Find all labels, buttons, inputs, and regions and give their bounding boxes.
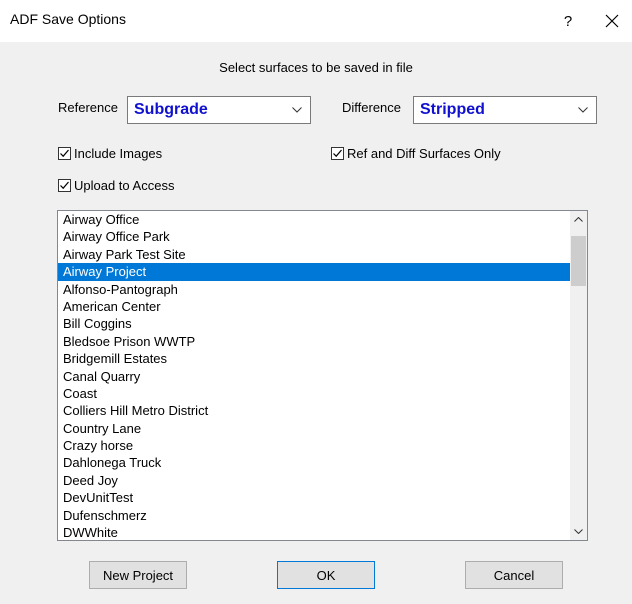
upload-access-label: Upload to Access <box>74 178 175 193</box>
close-button[interactable] <box>592 0 632 42</box>
reference-dropdown[interactable]: Subgrade <box>127 96 311 124</box>
list-item[interactable]: Crazy horse <box>58 437 570 454</box>
list-item[interactable]: Coast <box>58 385 570 402</box>
reference-label: Reference <box>58 100 118 115</box>
vertical-scrollbar[interactable] <box>570 211 587 540</box>
list-item[interactable]: Dufenschmerz <box>58 507 570 524</box>
instruction-text: Select surfaces to be saved in file <box>219 60 413 75</box>
dialog-body: Select surfaces to be saved in file Refe… <box>0 42 632 604</box>
surface-list[interactable]: Airway Office Airway Office Park Airway Pa… <box>57 210 588 541</box>
scrollbar-thumb[interactable] <box>571 236 586 286</box>
chevron-up-icon <box>574 217 583 222</box>
list-item[interactable]: Airway Office Park <box>58 228 570 245</box>
list-item[interactable]: DWWhite <box>58 524 570 540</box>
title-bar: ADF Save Options ? <box>0 0 632 42</box>
scroll-down-button[interactable] <box>570 523 587 540</box>
list-item[interactable]: Deed Joy <box>58 472 570 489</box>
ref-diff-only-label: Ref and Diff Surfaces Only <box>347 146 501 161</box>
list-item[interactable]: Alfonso-Pantograph <box>58 281 570 298</box>
list-item[interactable]: Dahlonega Truck <box>58 454 570 471</box>
list-item[interactable]: Airway Project <box>58 263 570 281</box>
checkbox-box[interactable] <box>58 147 71 160</box>
surface-list-items: Airway Office Airway Office Park Airway Pa… <box>58 211 570 540</box>
list-item[interactable]: Canal Quarry <box>58 368 570 385</box>
cancel-button[interactable]: Cancel <box>465 561 563 589</box>
ref-diff-only-checkbox[interactable]: Ref and Diff Surfaces Only <box>331 146 501 161</box>
checkmark-icon <box>333 149 342 158</box>
include-images-checkbox[interactable]: Include Images <box>58 146 162 161</box>
scroll-up-button[interactable] <box>570 211 587 228</box>
help-button[interactable]: ? <box>548 0 588 42</box>
new-project-button[interactable]: New Project <box>89 561 187 589</box>
upload-access-checkbox[interactable]: Upload to Access <box>58 178 174 193</box>
list-item[interactable]: Country Lane <box>58 420 570 437</box>
list-item[interactable]: Bill Coggins <box>58 315 570 332</box>
difference-label: Difference <box>342 100 402 115</box>
list-item[interactable]: Bridgemill Estates <box>58 350 570 367</box>
help-icon: ? <box>563 12 573 30</box>
include-images-label: Include Images <box>74 146 163 161</box>
ok-button[interactable]: OK <box>277 561 375 589</box>
chevron-down-icon <box>292 107 302 113</box>
checkmark-icon <box>60 149 69 158</box>
checkmark-icon <box>60 181 69 190</box>
list-item[interactable]: DevUnitTest <box>58 489 570 506</box>
list-item[interactable]: Bledsoe Prison WWTP <box>58 333 570 350</box>
close-icon <box>605 14 619 28</box>
checkbox-box[interactable] <box>58 179 71 192</box>
list-item[interactable]: Airway Office <box>58 211 570 228</box>
chevron-down-icon <box>578 107 588 113</box>
checkbox-box[interactable] <box>331 147 344 160</box>
window-title: ADF Save Options <box>10 11 126 27</box>
list-item[interactable]: Airway Park Test Site <box>58 246 570 263</box>
reference-value: Subgrade <box>134 101 208 118</box>
difference-dropdown[interactable]: Stripped <box>413 96 597 124</box>
chevron-down-icon <box>574 529 583 534</box>
list-item[interactable]: Colliers Hill Metro District <box>58 402 570 419</box>
list-item[interactable]: American Center <box>58 298 570 315</box>
difference-value: Stripped <box>420 101 485 118</box>
